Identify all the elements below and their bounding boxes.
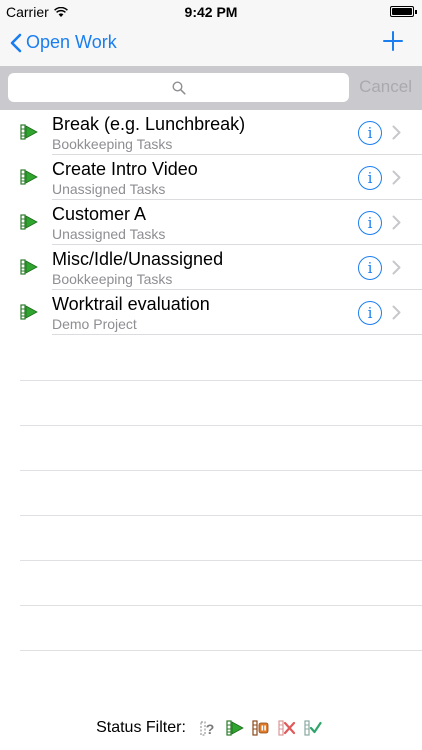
info-icon[interactable]: i: [358, 121, 382, 145]
svg-text:?: ?: [206, 721, 215, 737]
search-icon: [171, 80, 186, 95]
info-icon[interactable]: i: [358, 256, 382, 280]
chevron-right-icon: [392, 170, 401, 185]
cancelled-status-icon[interactable]: [278, 719, 296, 737]
unknown-status-icon[interactable]: ?: [200, 719, 218, 737]
paused-status-icon[interactable]: [252, 719, 270, 737]
empty-row-divider: [20, 425, 422, 426]
chevron-right-icon: [392, 305, 401, 320]
running-task-icon: [20, 168, 38, 186]
running-task-icon: [20, 303, 38, 321]
cancel-button[interactable]: Cancel: [359, 77, 412, 97]
task-row[interactable]: Misc/Idle/Unassigned Bookkeeping Tasks i: [0, 245, 422, 290]
plus-icon: [383, 31, 403, 51]
chevron-right-icon: [392, 125, 401, 140]
empty-row-divider: [20, 560, 422, 561]
empty-row-divider: [20, 515, 422, 516]
task-row[interactable]: Worktrail evaluation Demo Project i: [0, 290, 422, 335]
task-project: Demo Project: [52, 316, 137, 332]
status-filter-bar: Status Filter: ?: [0, 706, 422, 750]
empty-row-divider: [20, 470, 422, 471]
chevron-left-icon: [10, 33, 22, 52]
status-bar: Carrier 9:42 PM: [0, 0, 422, 24]
back-button-label: Open Work: [26, 32, 117, 52]
task-project: Bookkeeping Tasks: [52, 136, 173, 152]
battery-icon: [390, 6, 417, 17]
running-status-icon[interactable]: [226, 719, 244, 737]
task-title: Create Intro Video: [52, 159, 198, 179]
search-field[interactable]: [8, 73, 349, 102]
task-title: Customer A: [52, 204, 147, 224]
task-row[interactable]: Break (e.g. Lunchbreak) Bookkeeping Tasks…: [0, 110, 422, 155]
task-title: Misc/Idle/Unassigned: [52, 249, 224, 269]
chevron-right-icon: [392, 215, 401, 230]
row-divider: [52, 334, 422, 335]
task-title: Break (e.g. Lunchbreak): [52, 114, 246, 134]
status-time: 9:42 PM: [184, 4, 238, 20]
task-project: Bookkeeping Tasks: [52, 271, 173, 287]
running-task-icon: [20, 213, 38, 231]
chevron-right-icon: [392, 260, 401, 275]
empty-row-divider: [20, 380, 422, 381]
task-row[interactable]: Create Intro Video Unassigned Tasks i: [0, 155, 422, 200]
info-icon[interactable]: i: [358, 301, 382, 325]
running-task-icon: [20, 258, 38, 276]
running-task-icon: [20, 123, 38, 141]
add-task-button[interactable]: [382, 30, 404, 57]
navigation-bar: Open Work: [0, 24, 422, 66]
task-project: Unassigned Tasks: [52, 226, 166, 242]
info-icon[interactable]: i: [358, 211, 382, 235]
task-title: Worktrail evaluation: [52, 294, 210, 314]
back-button[interactable]: Open Work: [10, 32, 117, 53]
done-status-icon[interactable]: [304, 719, 322, 737]
task-row[interactable]: Customer A Unassigned Tasks i: [0, 200, 422, 245]
search-bar: Cancel: [0, 66, 422, 110]
empty-row-divider: [20, 605, 422, 606]
task-list: Break (e.g. Lunchbreak) Bookkeeping Tasks…: [0, 110, 422, 651]
info-icon[interactable]: i: [358, 166, 382, 190]
task-project: Unassigned Tasks: [52, 181, 166, 197]
empty-row-divider: [20, 650, 422, 651]
status-filter-label: Status Filter:: [96, 719, 186, 736]
